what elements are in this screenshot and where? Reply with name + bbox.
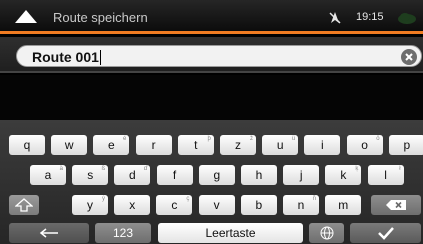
key-alt-label: ç	[186, 196, 190, 202]
key-label: r	[151, 138, 156, 152]
left-arrow-icon	[39, 228, 58, 238]
title-bar: Route speichern 19:15	[0, 0, 423, 34]
key-z[interactable]: zž	[220, 135, 256, 155]
key-label: n	[297, 198, 305, 212]
left-arrow-key[interactable]	[9, 223, 89, 243]
key-alt-label: é	[123, 136, 127, 142]
checkmark-icon	[377, 227, 394, 240]
key-alt-label: ä	[59, 166, 63, 172]
up-arrow-icon	[15, 10, 37, 23]
key-label: t	[194, 138, 198, 152]
key-r[interactable]: r	[135, 135, 172, 155]
key-alt-label: ď	[143, 166, 148, 172]
route-name-input[interactable]: Route 001	[16, 45, 422, 67]
key-label: p	[403, 138, 411, 152]
key-label: q	[23, 138, 31, 152]
key-label: b	[255, 198, 263, 212]
key-label: a	[44, 168, 52, 182]
key-f[interactable]: f	[156, 165, 193, 185]
key-k[interactable]: kķ	[325, 165, 362, 185]
key-t[interactable]: tþ	[177, 135, 214, 155]
key-m[interactable]: m	[325, 195, 362, 215]
key-label: u	[276, 138, 284, 152]
key-p[interactable]: p	[388, 135, 423, 155]
key-label: w	[64, 138, 74, 152]
key-label: s	[87, 168, 94, 182]
key-u[interactable]: uü	[262, 135, 299, 155]
key-alt-label: ķ	[355, 166, 359, 172]
clock: 19:15	[356, 11, 384, 23]
key-n[interactable]: nñ	[283, 195, 319, 215]
backspace-key[interactable]	[371, 195, 421, 215]
key-s[interactable]: sß	[72, 165, 109, 185]
backspace-icon	[386, 200, 406, 210]
key-label: d	[129, 168, 136, 182]
key-a[interactable]: aä	[30, 165, 66, 185]
key-h[interactable]: h	[241, 165, 277, 185]
globe-icon	[320, 226, 333, 240]
clear-icon	[405, 53, 413, 61]
key-c[interactable]: cç	[156, 195, 193, 215]
key-label: g	[213, 168, 221, 182]
key-alt-label: ž	[250, 136, 253, 142]
key-alt-label: ł	[399, 166, 401, 172]
text-caret	[99, 49, 101, 65]
key-label: o	[361, 138, 368, 152]
key-b[interactable]: b	[240, 195, 277, 215]
key-w[interactable]: w	[51, 135, 88, 155]
shift-key[interactable]	[9, 195, 39, 215]
key-d[interactable]: dď	[114, 165, 151, 185]
key-alt-label: ü	[291, 136, 296, 142]
key-label: j	[299, 168, 303, 182]
key-label: f	[172, 168, 177, 182]
status-cloud-icon	[397, 11, 417, 24]
key-v[interactable]: v	[198, 195, 235, 215]
key-alt-label: ö	[376, 136, 380, 142]
confirm-key[interactable]	[350, 223, 421, 243]
key-label: i	[321, 138, 324, 152]
key-label: c	[171, 198, 178, 212]
back-button[interactable]	[14, 9, 38, 25]
key-e[interactable]: eé	[93, 135, 130, 155]
key-i[interactable]: i	[304, 135, 341, 155]
space-key[interactable]: Leertaste	[158, 223, 303, 243]
key-label: l	[384, 168, 387, 182]
input-text: Route 001	[32, 49, 99, 65]
key-label: x	[129, 198, 136, 212]
gps-off-icon	[329, 11, 341, 25]
key-label: v	[213, 198, 220, 212]
shift-arrow-icon	[15, 198, 33, 212]
key-j[interactable]: j	[283, 165, 320, 185]
key-label: k	[340, 168, 347, 182]
key-label: h	[255, 168, 263, 182]
key-alt-label: þ	[207, 136, 211, 142]
key-alt-label: ý	[102, 196, 105, 202]
key-label: m	[338, 198, 349, 212]
input-value: Route 001	[32, 49, 101, 65]
language-key[interactable]	[309, 223, 344, 243]
key-label: e	[108, 138, 115, 152]
results-area	[0, 75, 423, 120]
page-title: Route speichern	[53, 10, 148, 25]
clear-button[interactable]	[401, 49, 417, 65]
key-alt-label: ß	[101, 166, 106, 172]
input-area: Route 001	[0, 37, 423, 73]
key-q[interactable]: q	[9, 135, 45, 155]
key-g[interactable]: g	[198, 165, 235, 185]
key-label: z	[235, 138, 241, 152]
key-x[interactable]: x	[114, 195, 151, 215]
key-y[interactable]: yý	[72, 195, 108, 215]
key-label: y	[87, 198, 93, 212]
key-o[interactable]: oö	[346, 135, 383, 155]
numbers-key[interactable]: 123	[95, 223, 151, 243]
keyboard: qweértþzžuüioöp aäsßdďfghjkķlł yýxcçvbnñ…	[0, 120, 423, 244]
key-alt-label: ñ	[312, 196, 316, 202]
key-l[interactable]: lł	[367, 165, 404, 185]
